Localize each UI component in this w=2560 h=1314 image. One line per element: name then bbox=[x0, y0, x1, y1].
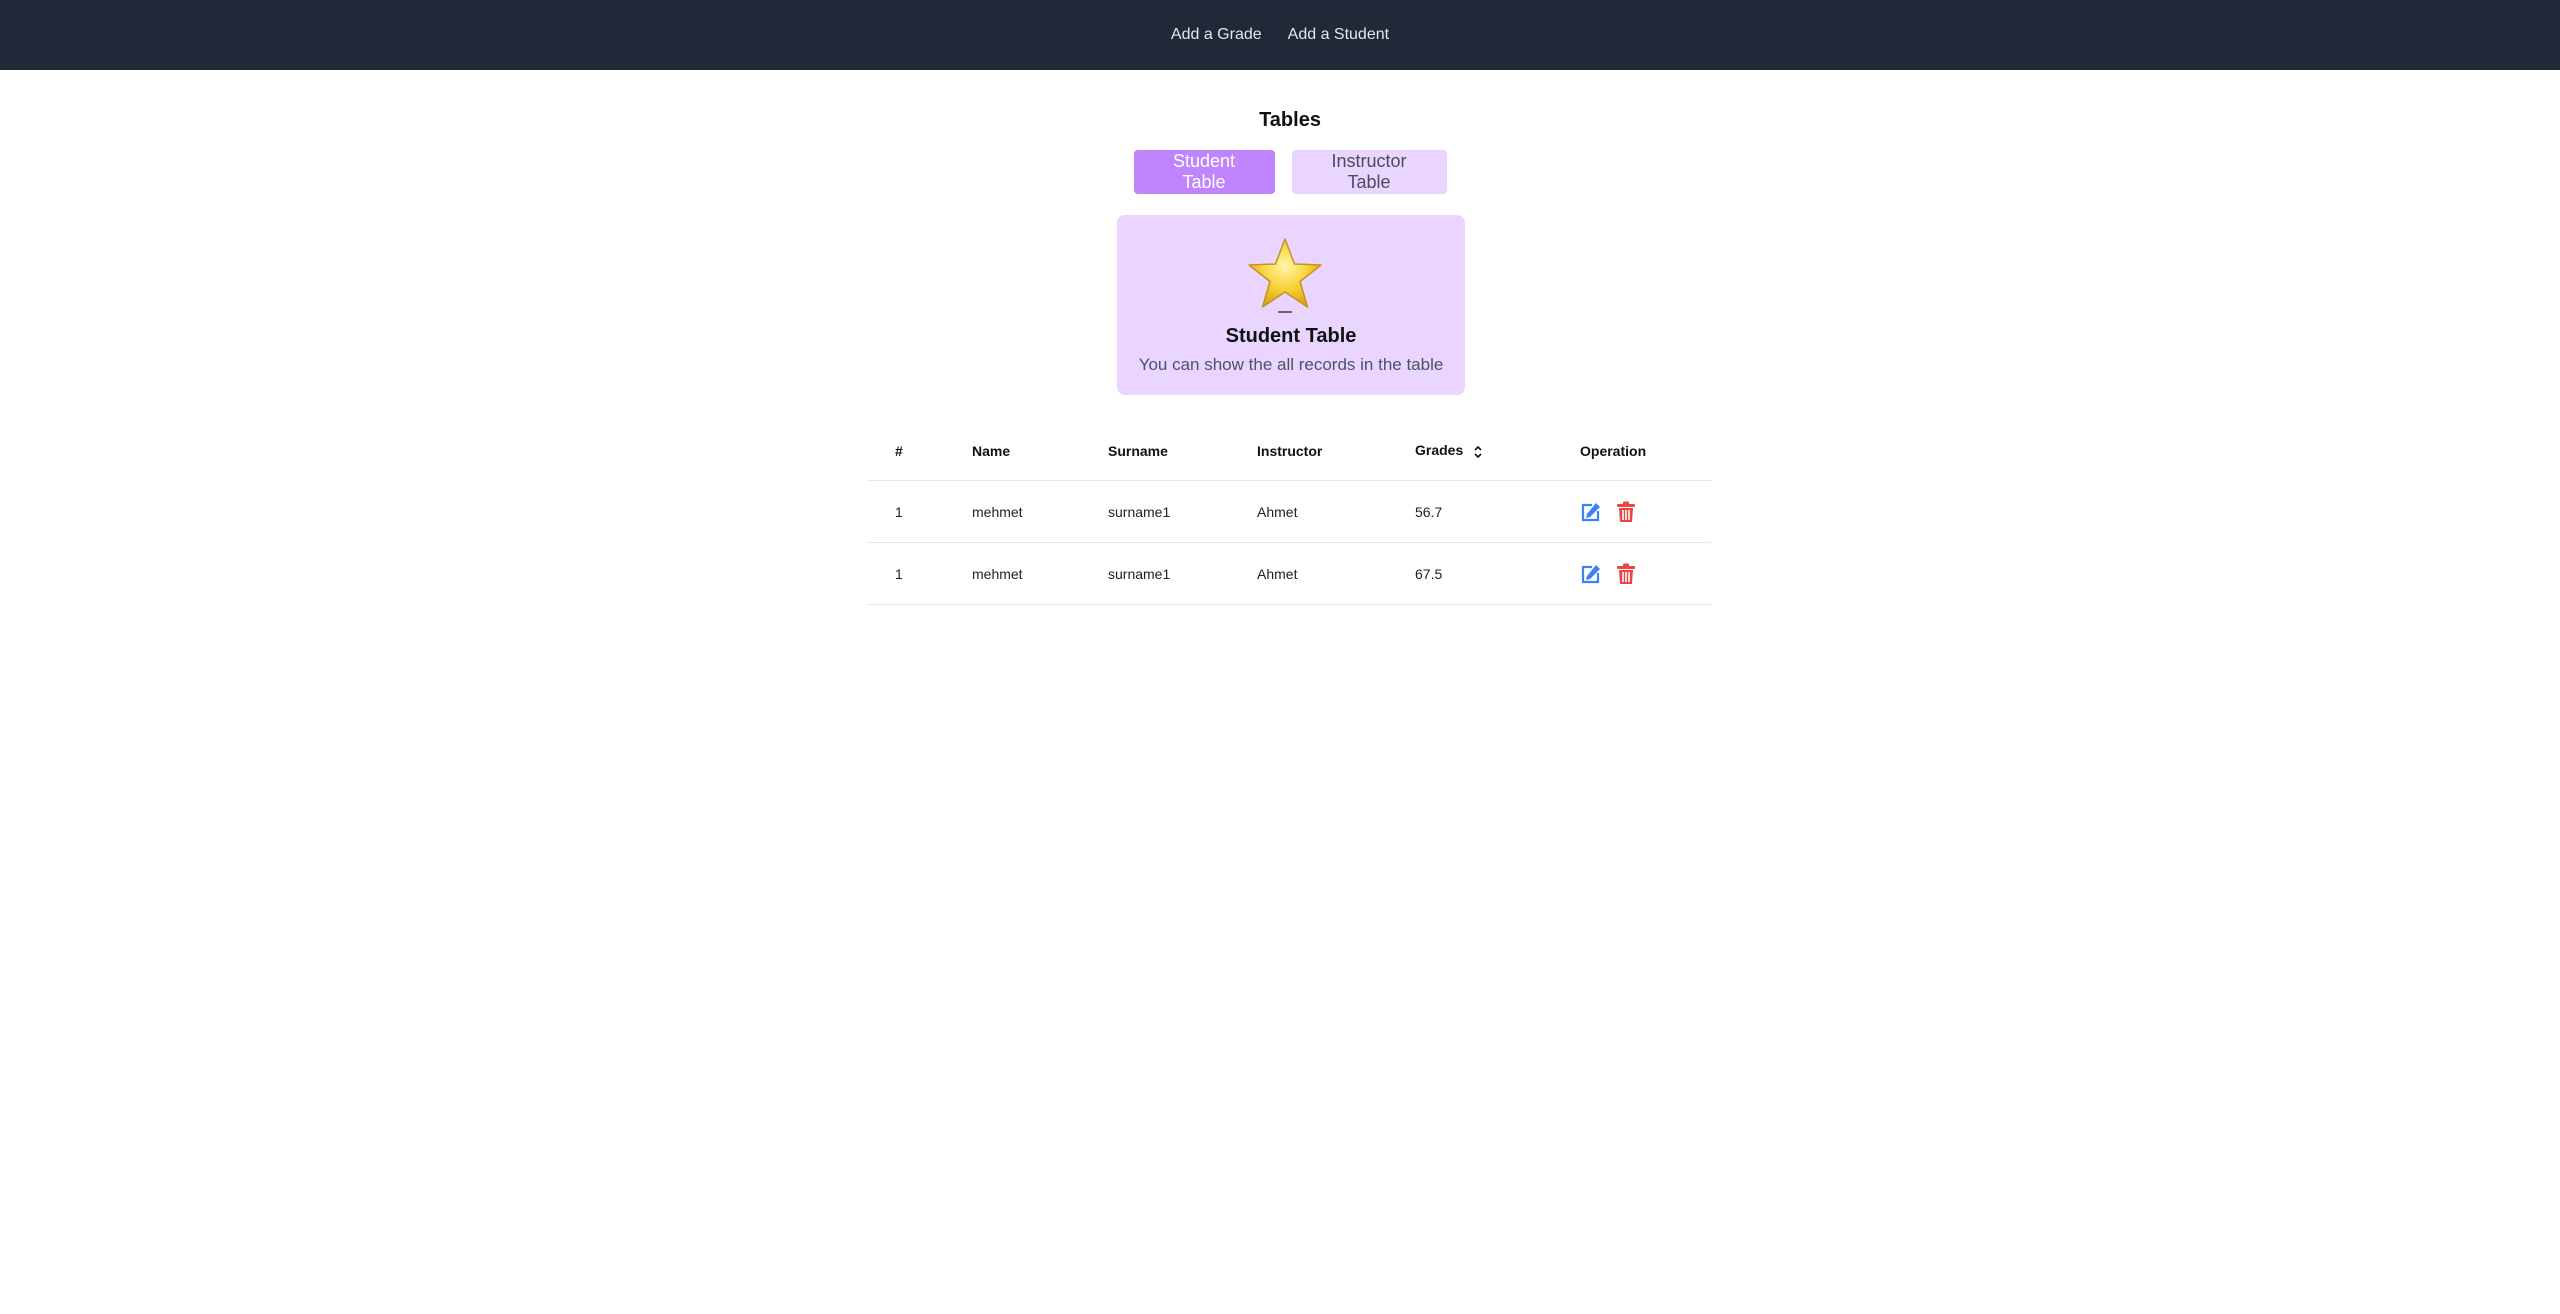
trash-icon[interactable] bbox=[1616, 563, 1636, 585]
tab-instructor-table[interactable]: Instructor Table bbox=[1291, 150, 1447, 194]
header-operation: Operation bbox=[1580, 421, 1711, 481]
cell-surname: surname1 bbox=[1108, 542, 1257, 605]
cell-operation bbox=[1580, 542, 1711, 605]
table-header-row: # Name Surname Instructor Grades Operati… bbox=[867, 421, 1711, 481]
sort-icon[interactable] bbox=[1473, 445, 1483, 459]
edit-icon[interactable] bbox=[1580, 563, 1602, 585]
student-table: # Name Surname Instructor Grades Operati… bbox=[867, 421, 1711, 605]
header-name: Name bbox=[972, 421, 1108, 481]
info-card: Student Table You can show the all recor… bbox=[1117, 215, 1465, 395]
header-surname: Surname bbox=[1108, 421, 1257, 481]
header-grades-label: Grades bbox=[1415, 442, 1464, 459]
nav-add-grade-link[interactable]: Add a Grade bbox=[1171, 26, 1262, 44]
cell-grade: 67.5 bbox=[1415, 542, 1580, 605]
table-row: 1 mehmet surname1 Ahmet 67.5 bbox=[867, 542, 1711, 605]
card-title: Student Table bbox=[1225, 325, 1357, 347]
cell-index: 1 bbox=[867, 542, 972, 605]
cell-name: mehmet bbox=[972, 480, 1108, 543]
top-navbar: Add a Grade Add a Student bbox=[0, 0, 2560, 70]
nav-add-student-link[interactable]: Add a Student bbox=[1288, 26, 1389, 44]
edit-icon[interactable] bbox=[1580, 501, 1602, 523]
tab-student-table[interactable]: Student Table bbox=[1133, 150, 1275, 194]
cell-instructor: Ahmet bbox=[1257, 480, 1415, 543]
cell-surname: surname1 bbox=[1108, 480, 1257, 543]
page-title: Tables bbox=[1259, 109, 1321, 131]
header-grades[interactable]: Grades bbox=[1415, 421, 1580, 481]
header-instructor: Instructor bbox=[1257, 421, 1415, 481]
table-tabs: Student Table Instructor Table bbox=[0, 150, 2560, 194]
cell-grade: 56.7 bbox=[1415, 480, 1580, 543]
star-icon bbox=[1248, 238, 1322, 313]
cell-index: 1 bbox=[867, 480, 972, 543]
cell-instructor: Ahmet bbox=[1257, 542, 1415, 605]
header-index: # bbox=[867, 421, 972, 481]
table-row: 1 mehmet surname1 Ahmet 56.7 bbox=[867, 480, 1711, 543]
trash-icon[interactable] bbox=[1616, 501, 1636, 523]
card-description: You can show the all records in the tabl… bbox=[1138, 355, 1444, 374]
cell-name: mehmet bbox=[972, 542, 1108, 605]
cell-operation bbox=[1580, 480, 1711, 543]
